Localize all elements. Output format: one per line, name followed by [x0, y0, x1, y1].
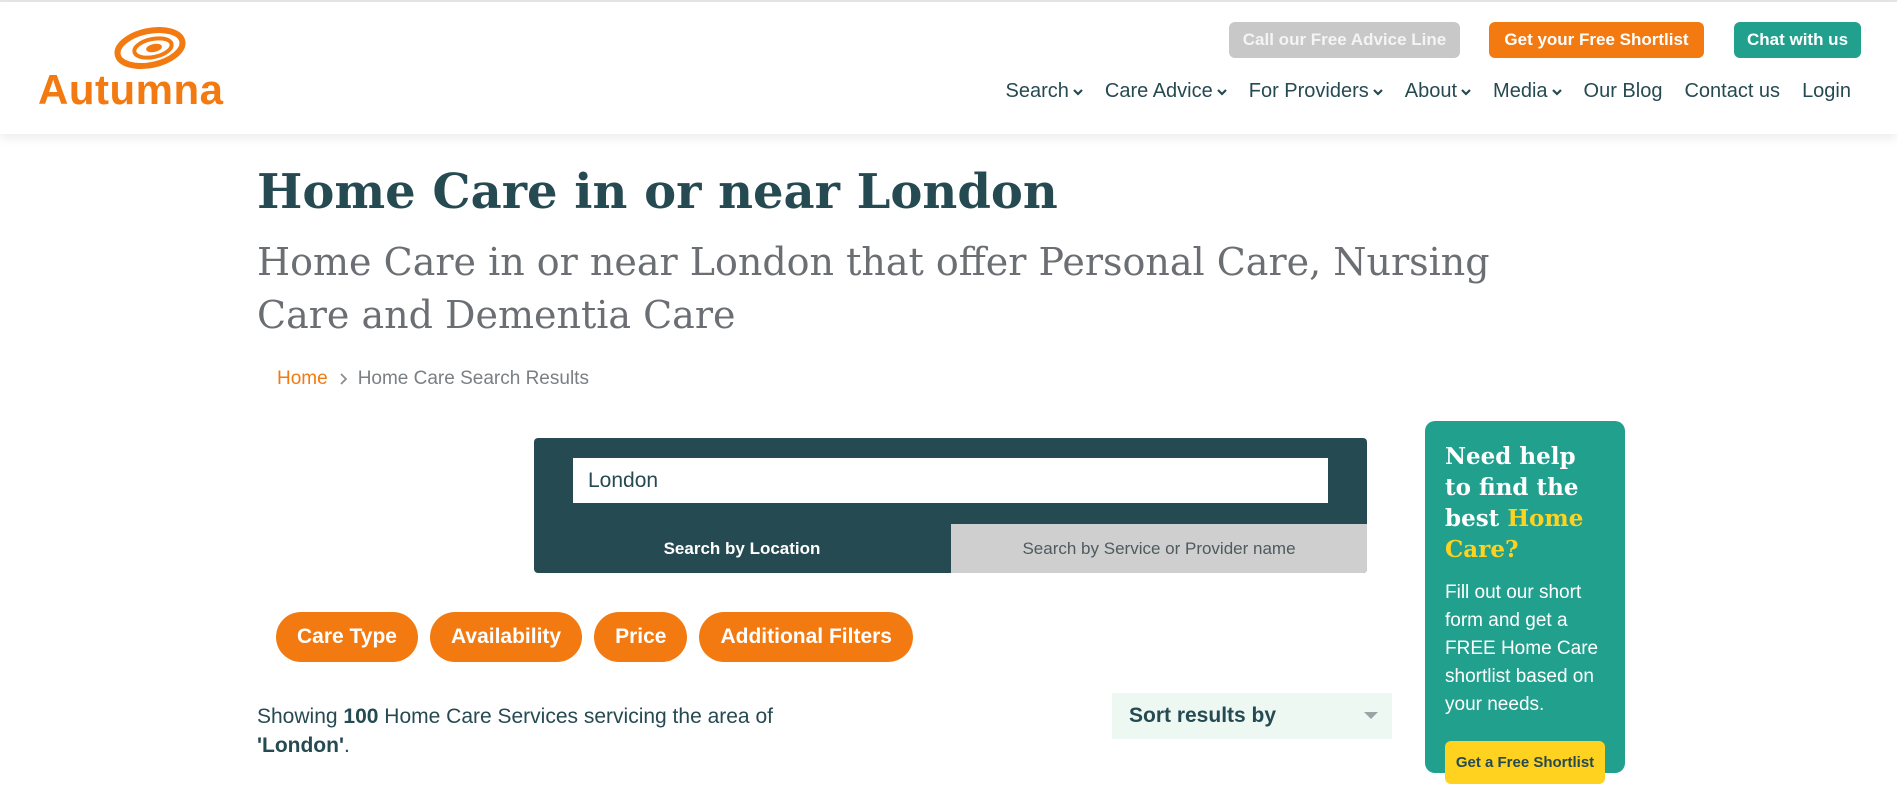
main-nav: Search Care Advice For Providers About M…	[1006, 80, 1851, 103]
nav-contact-us[interactable]: Contact us	[1684, 80, 1780, 103]
nav-our-blog[interactable]: Our Blog	[1584, 80, 1663, 103]
chat-button[interactable]: Chat with us	[1734, 22, 1861, 58]
page-subtitle: Home Care in or near London that offer P…	[257, 240, 1490, 337]
nav-care-advice[interactable]: Care Advice	[1105, 80, 1227, 103]
nav-label: Contact us	[1684, 80, 1781, 102]
autumna-logo[interactable]: Autumna	[38, 26, 223, 113]
results-suffix: .	[343, 734, 350, 757]
caret-down-icon	[1364, 712, 1378, 719]
chevron-down-icon	[1551, 88, 1562, 96]
free-shortlist-button[interactable]: Get your Free Shortlist	[1489, 22, 1704, 58]
sort-label: Sort results by	[1129, 704, 1277, 727]
nav-label: For Providers	[1248, 80, 1369, 102]
chevron-down-icon	[1216, 88, 1227, 96]
breadcrumb: Home Home Care Search Results	[277, 368, 589, 390]
chevron-down-icon	[1073, 88, 1083, 96]
nav-about[interactable]: About	[1405, 80, 1471, 103]
nav-login[interactable]: Login	[1802, 80, 1851, 103]
nav-for-providers[interactable]: For Providers	[1249, 80, 1383, 103]
chevron-down-icon	[1372, 88, 1383, 96]
chevron-down-icon	[1461, 88, 1471, 96]
nav-search[interactable]: Search	[1006, 80, 1083, 103]
nav-label: Care Advice	[1104, 80, 1213, 102]
breadcrumb-current: Home Care Search Results	[357, 368, 589, 389]
search-panel: Search by Location Search by Service or …	[534, 438, 1367, 573]
get-free-shortlist-button[interactable]: Get a Free Shortlist	[1445, 741, 1605, 784]
nav-label: About	[1404, 80, 1458, 102]
logo-wordmark: Autumna	[38, 66, 224, 113]
nav-label: Search	[1005, 80, 1069, 102]
results-summary: Showing 100 Home Care Services servicing…	[257, 702, 857, 760]
nav-label: Login	[1802, 80, 1851, 102]
filter-care-type-button[interactable]: Care Type	[276, 612, 418, 662]
breadcrumb-home-link[interactable]: Home	[277, 368, 328, 390]
nav-media[interactable]: Media	[1493, 80, 1562, 103]
results-location: 'London'	[257, 734, 344, 757]
sort-results-select[interactable]: Sort results by	[1112, 693, 1392, 739]
filter-price-button[interactable]: Price	[594, 612, 688, 662]
filter-availability-button[interactable]: Availability	[430, 612, 583, 662]
site-header: Autumna Call our Free Advice Line Get yo…	[0, 2, 1897, 134]
help-card-heading: Need help to find the best Home Care?	[1445, 441, 1605, 565]
tab-search-by-location[interactable]: Search by Location	[534, 524, 950, 573]
chevron-right-icon	[340, 373, 347, 385]
location-search-input[interactable]	[573, 458, 1328, 503]
help-card-body: Fill out our short form and get a FREE H…	[1445, 582, 1599, 715]
results-middle: Home Care Services servicing the area of	[384, 705, 773, 728]
filter-bar: Care Type Availability Price Additional …	[276, 612, 913, 662]
nav-label: Media	[1493, 80, 1548, 102]
results-count: 100	[343, 705, 379, 728]
tab-search-by-service-or-provider[interactable]: Search by Service or Provider name	[951, 524, 1367, 573]
filter-additional-button[interactable]: Additional Filters	[699, 612, 913, 662]
results-prefix: Showing	[257, 705, 338, 728]
help-card: Need help to find the best Home Care? Fi…	[1425, 421, 1625, 784]
page-title: Home Care in or near London	[257, 164, 1058, 220]
nav-label: Our Blog	[1583, 80, 1663, 102]
free-advice-line-button[interactable]: Call our Free Advice Line	[1229, 22, 1460, 58]
